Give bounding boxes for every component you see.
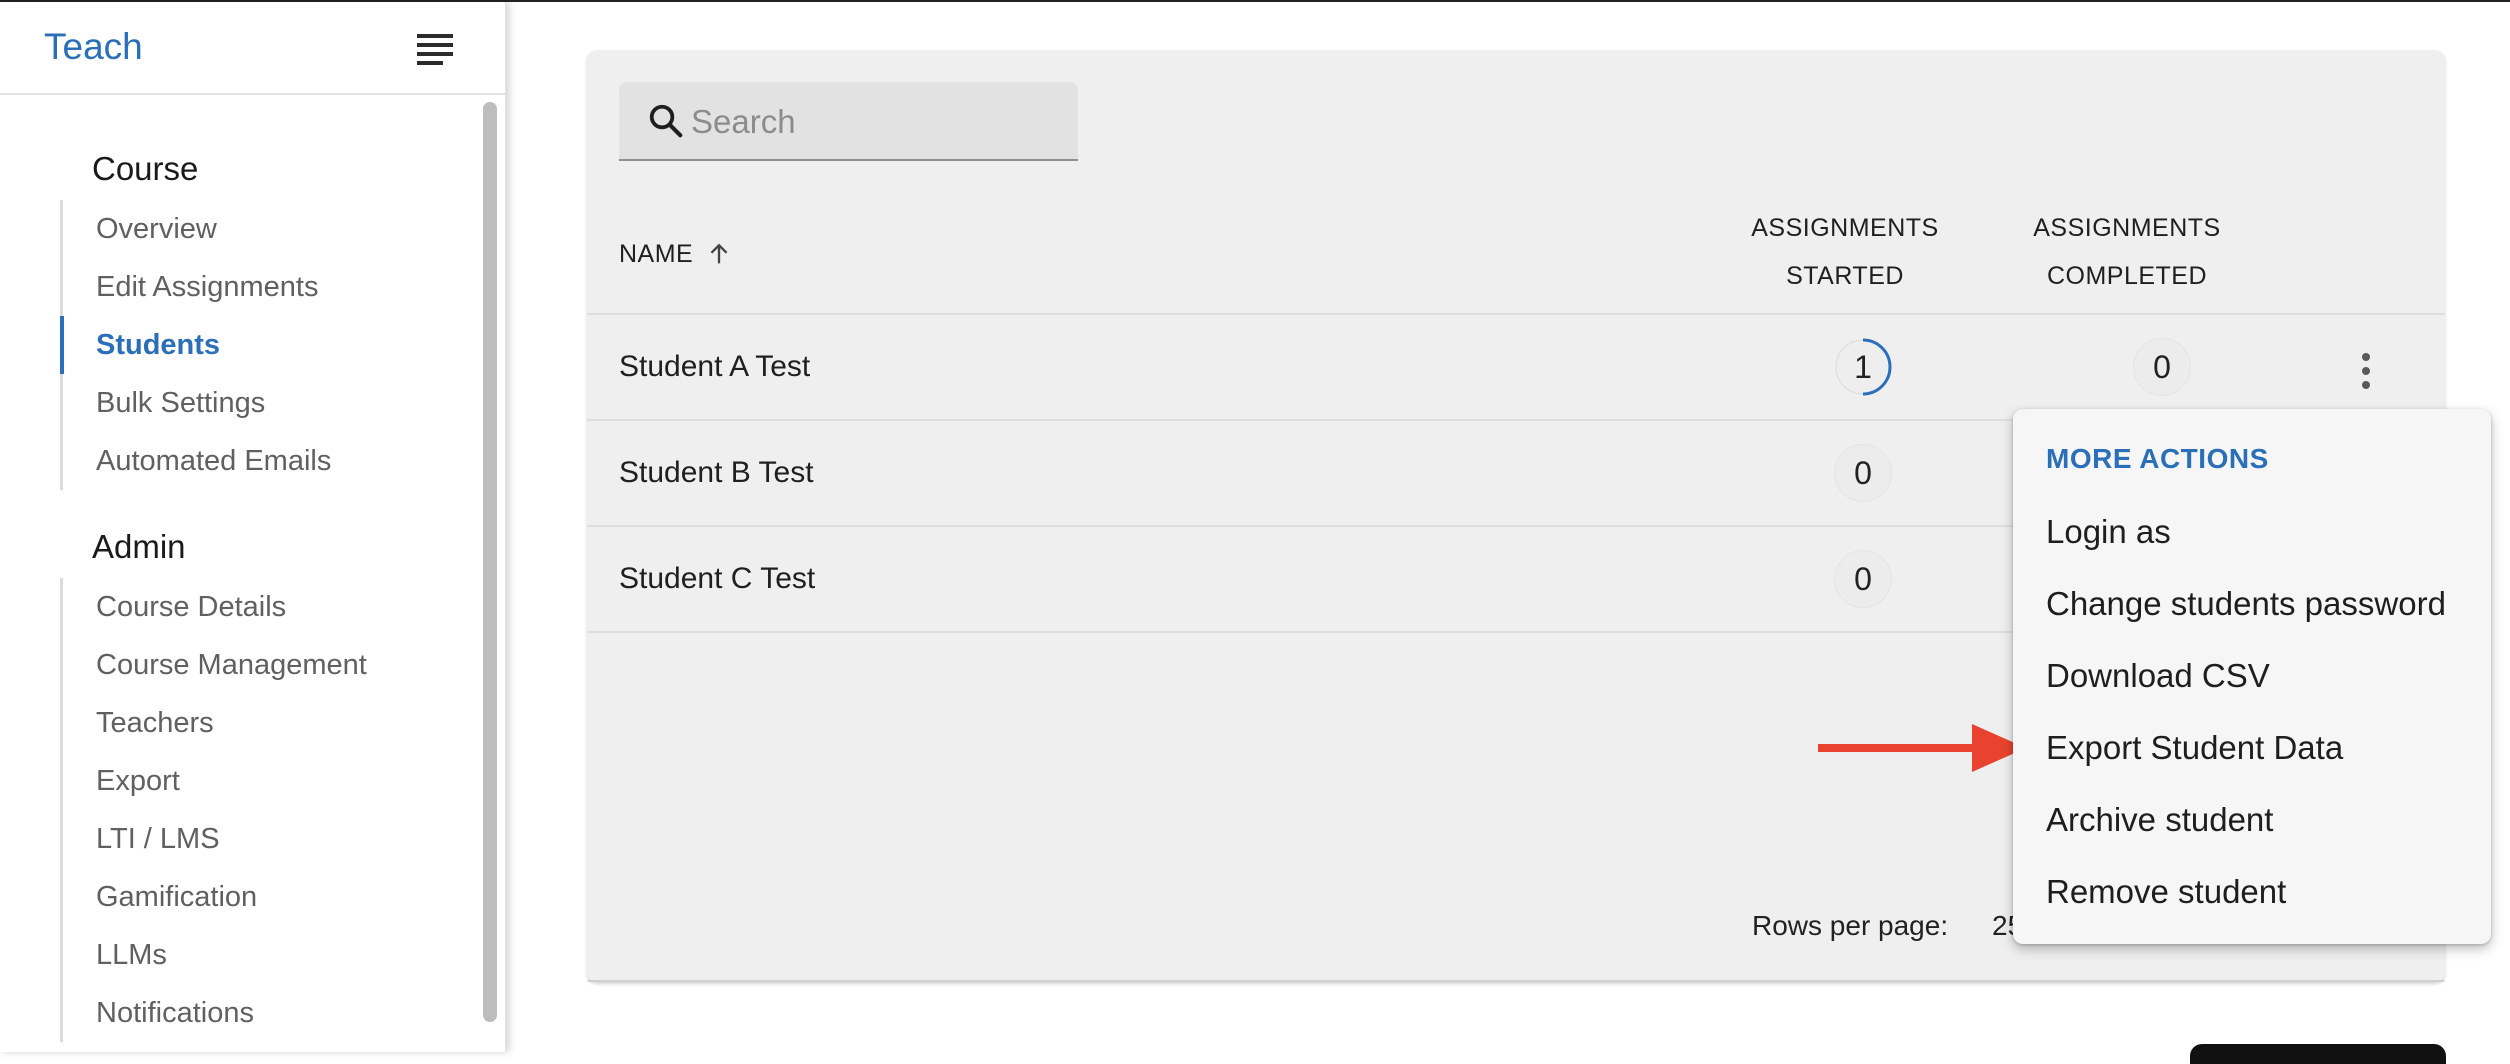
assignments-started-count: 0 (1834, 444, 1892, 502)
student-name: Student A Test (619, 350, 811, 383)
sidebar-item-export[interactable]: Export (63, 752, 463, 810)
assignments-started-count: 0 (1834, 550, 1892, 608)
partial-button[interactable] (2190, 1044, 2446, 1064)
column-header-started[interactable]: ASSIGNMENTS STARTED (1745, 204, 1945, 300)
sidebar-item-llms[interactable]: LLMs (63, 926, 463, 984)
column-header-completed[interactable]: ASSIGNMENTS COMPLETED (2027, 204, 2227, 300)
sidebar-item-automated-emails[interactable]: Automated Emails (63, 432, 463, 490)
sidebar-item-students[interactable]: Students (60, 316, 463, 374)
assignments-completed-count: 0 (2133, 338, 2191, 396)
more-actions-kebab-icon[interactable] (2360, 351, 2372, 391)
search-box (619, 82, 1078, 161)
student-name: Student C Test (619, 562, 816, 595)
sidebar-item-course-details[interactable]: Course Details (63, 578, 463, 636)
column-header-started-line1: ASSIGNMENTS (1751, 214, 1939, 242)
rows-per-page-label: Rows per page: (1752, 910, 1949, 941)
search-icon (649, 104, 683, 138)
column-header-completed-line1: ASSIGNMENTS (2033, 214, 2221, 242)
annotation-arrow-icon (1818, 724, 2026, 772)
section-title-course: Course (92, 150, 199, 187)
sidebar-scrollbar[interactable] (483, 102, 497, 1022)
menu-item-remove-student[interactable]: Remove student (2046, 873, 2286, 911)
sidebar-item-overview[interactable]: Overview (63, 200, 463, 258)
section-title-admin: Admin (92, 528, 186, 565)
admin-nav: Course Details Course Management Teacher… (60, 578, 463, 1042)
menu-icon[interactable] (417, 34, 453, 66)
sidebar-item-edit-assignments[interactable]: Edit Assignments (63, 258, 463, 316)
column-header-completed-line2: COMPLETED (2046, 262, 2208, 290)
sidebar-item-course-management[interactable]: Course Management (63, 636, 463, 694)
sidebar-header: Teach (0, 2, 506, 95)
course-nav: Overview Edit Assignments Students Bulk … (60, 200, 463, 490)
student-name: Student B Test (619, 456, 814, 489)
sidebar-item-bulk-settings[interactable]: Bulk Settings (63, 374, 463, 432)
started-value: 1 (1854, 349, 1872, 385)
column-header-name-label: NAME (619, 240, 694, 268)
sidebar-item-teachers[interactable]: Teachers (63, 694, 463, 752)
sidebar-item-notifications[interactable]: Notifications (63, 984, 463, 1042)
sidebar-item-lti-lms[interactable]: LTI / LMS (63, 810, 463, 868)
more-actions-title: MORE ACTIONS (2046, 443, 2269, 474)
assignments-started-count: 1 (1834, 338, 1892, 396)
menu-item-change-password[interactable]: Change students password (2046, 585, 2446, 623)
search-input[interactable] (691, 94, 1061, 150)
table-row[interactable]: Student A Test 1 0 (587, 313, 2445, 419)
column-header-started-line2: STARTED (1786, 262, 1904, 290)
more-actions-menu: MORE ACTIONS Login as Change students pa… (2013, 409, 2491, 944)
menu-item-archive-student[interactable]: Archive student (2046, 801, 2273, 839)
menu-item-download-csv[interactable]: Download CSV (2046, 657, 2270, 695)
card-bottom-edge (587, 980, 2445, 982)
sort-ascending-icon[interactable] (705, 240, 733, 268)
menu-item-export-student-data[interactable]: Export Student Data (2046, 729, 2343, 767)
column-header-name[interactable]: NAME (619, 230, 733, 278)
sidebar: Teach Course Overview Edit Assignments S… (0, 2, 506, 1052)
menu-item-login-as[interactable]: Login as (2046, 513, 2171, 551)
sidebar-item-gamification[interactable]: Gamification (63, 868, 463, 926)
brand-title[interactable]: Teach (44, 26, 143, 68)
